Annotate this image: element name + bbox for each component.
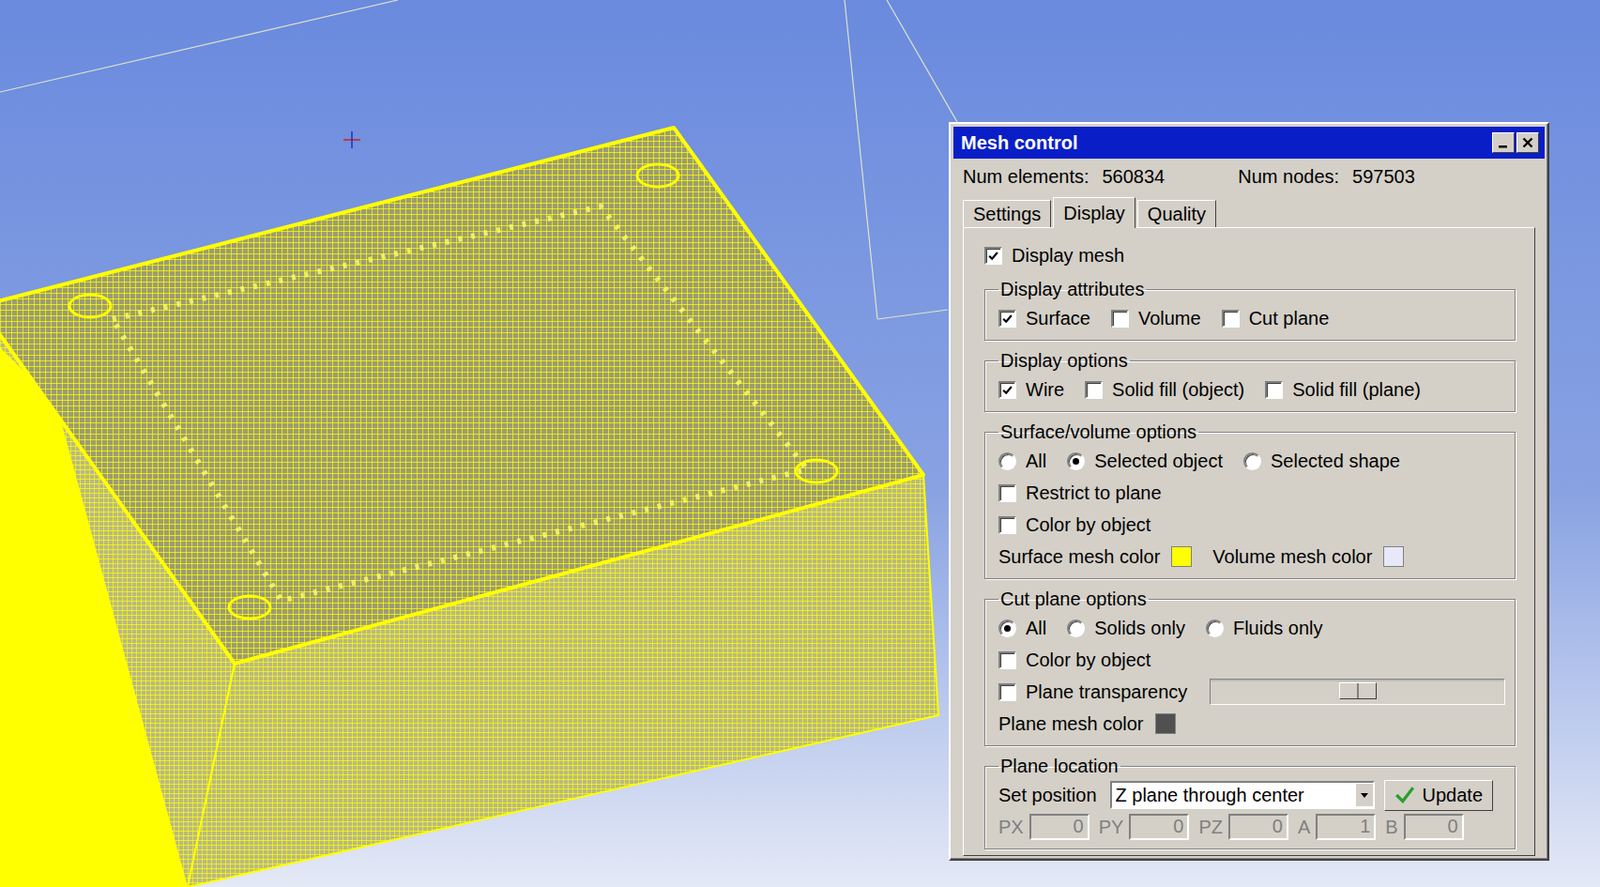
transparency-slider[interactable]	[1209, 678, 1506, 705]
checkbox-option[interactable]: Color by object	[998, 649, 1151, 671]
checkbox[interactable]	[1111, 309, 1129, 328]
radio-option[interactable]: Solids only	[1066, 617, 1186, 640]
checkbox-option[interactable]: Volume	[1111, 307, 1202, 330]
surface-volume-options-group: Surface/volume options All Selected obje…	[984, 421, 1516, 580]
cut-plane-options-group: Cut plane options All Solids only Fluids…	[984, 588, 1516, 747]
radio-button[interactable]	[998, 619, 1017, 638]
mesh-top-face	[0, 127, 924, 664]
tab[interactable]: Quality	[1137, 199, 1217, 228]
window-title: Mesh control	[960, 132, 1078, 154]
checkbox-option[interactable]: Solid fill (object)	[1084, 379, 1245, 401]
plane-location-group: Plane location Set position Z plane thro…	[984, 755, 1516, 850]
mesh-pin-ring	[112, 206, 808, 601]
radio-option[interactable]: Fluids only	[1205, 617, 1324, 640]
radio-dot	[1004, 624, 1011, 632]
mesh-holes	[69, 164, 838, 619]
radio-button[interactable]	[998, 452, 1017, 471]
minimize-button[interactable]	[1492, 132, 1515, 153]
coordinate-field[interactable]: PY 0	[1098, 813, 1190, 840]
checkbox-option[interactable]: Wire	[998, 379, 1065, 401]
color-swatch[interactable]	[1383, 546, 1404, 567]
checkbox-option[interactable]: Surface	[998, 307, 1091, 330]
check-icon	[1001, 383, 1014, 397]
stat: Num nodes:597503	[1237, 166, 1416, 188]
checkbox-option[interactable]: Solid fill (plane)	[1264, 379, 1421, 401]
coordinate-field[interactable]: B 0	[1385, 813, 1463, 840]
checkbox-option[interactable]: Display mesh	[984, 244, 1125, 267]
color-setting: Surface mesh color	[998, 546, 1192, 568]
tab[interactable]: Display	[1052, 197, 1136, 229]
checkbox[interactable]	[1084, 380, 1103, 399]
radio-button[interactable]	[1066, 619, 1085, 638]
radio-option[interactable]: All	[998, 450, 1047, 473]
coordinate-field[interactable]: PZ 0	[1198, 813, 1289, 840]
display-attributes-group: Display attributes Surface Volume Cut pl…	[984, 278, 1516, 341]
radio-option[interactable]: Selected shape	[1243, 450, 1401, 473]
close-icon	[1520, 135, 1536, 151]
screen: Mesh control Num elements:560834 Num node…	[0, 0, 1600, 887]
checkbox-option[interactable]: Color by object	[998, 514, 1151, 536]
stat: Num elements:560834	[962, 166, 1165, 188]
color-setting: Plane mesh color	[998, 713, 1176, 735]
tab[interactable]: Settings	[962, 199, 1052, 228]
close-button[interactable]	[1516, 132, 1540, 153]
set-position-dropdown[interactable]: Z plane through center	[1110, 780, 1375, 809]
checkbox[interactable]	[998, 484, 1017, 503]
checkbox[interactable]	[998, 380, 1017, 399]
mesh-control-dialog: Mesh control Num elements:560834 Num node…	[948, 121, 1550, 861]
axis-icon	[343, 131, 361, 149]
checkbox[interactable]	[998, 309, 1017, 328]
radio-button[interactable]	[1243, 452, 1262, 471]
radio-button[interactable]	[1066, 452, 1085, 471]
checkbox-option[interactable]: Restrict to plane	[998, 482, 1162, 504]
slider-thumb[interactable]	[1339, 682, 1377, 700]
title-bar[interactable]: Mesh control	[953, 126, 1545, 159]
check-icon	[987, 249, 1000, 262]
radio-option[interactable]: Selected object	[1066, 450, 1223, 473]
color-swatch[interactable]	[1171, 546, 1192, 567]
checkbox[interactable]	[998, 683, 1017, 701]
checkbox-option[interactable]: Plane transparency	[998, 681, 1188, 703]
mesh-stats: Num elements:560834 Num nodes:597503	[953, 158, 1545, 192]
checkbox[interactable]	[984, 246, 1003, 265]
color-swatch[interactable]	[1155, 713, 1176, 734]
radio-option[interactable]: All	[998, 617, 1047, 640]
coordinate-field[interactable]: PX 0	[998, 813, 1090, 840]
update-button[interactable]: Update	[1384, 779, 1494, 811]
checkbox[interactable]	[998, 651, 1017, 670]
check-icon	[1001, 312, 1014, 325]
coordinate-field[interactable]: A 1	[1297, 813, 1376, 840]
tab-bar: SettingsDisplayQuality	[953, 191, 1545, 228]
checkbox[interactable]	[1221, 309, 1240, 328]
checkbox-option[interactable]: Cut plane	[1221, 307, 1330, 330]
minimize-icon	[1495, 135, 1511, 151]
display-options-group: Display options Wire Solid fill (object)…	[984, 350, 1516, 412]
checkbox[interactable]	[998, 516, 1017, 534]
dropdown-arrow-icon	[1356, 783, 1373, 807]
radio-dot	[1072, 457, 1080, 465]
checkbox[interactable]	[1264, 380, 1283, 399]
checkmark-icon	[1394, 784, 1416, 806]
radio-button[interactable]	[1205, 619, 1224, 638]
color-setting: Volume mesh color	[1212, 546, 1404, 568]
tab-panel: Display mesh Display attributes Surface …	[962, 227, 1536, 856]
